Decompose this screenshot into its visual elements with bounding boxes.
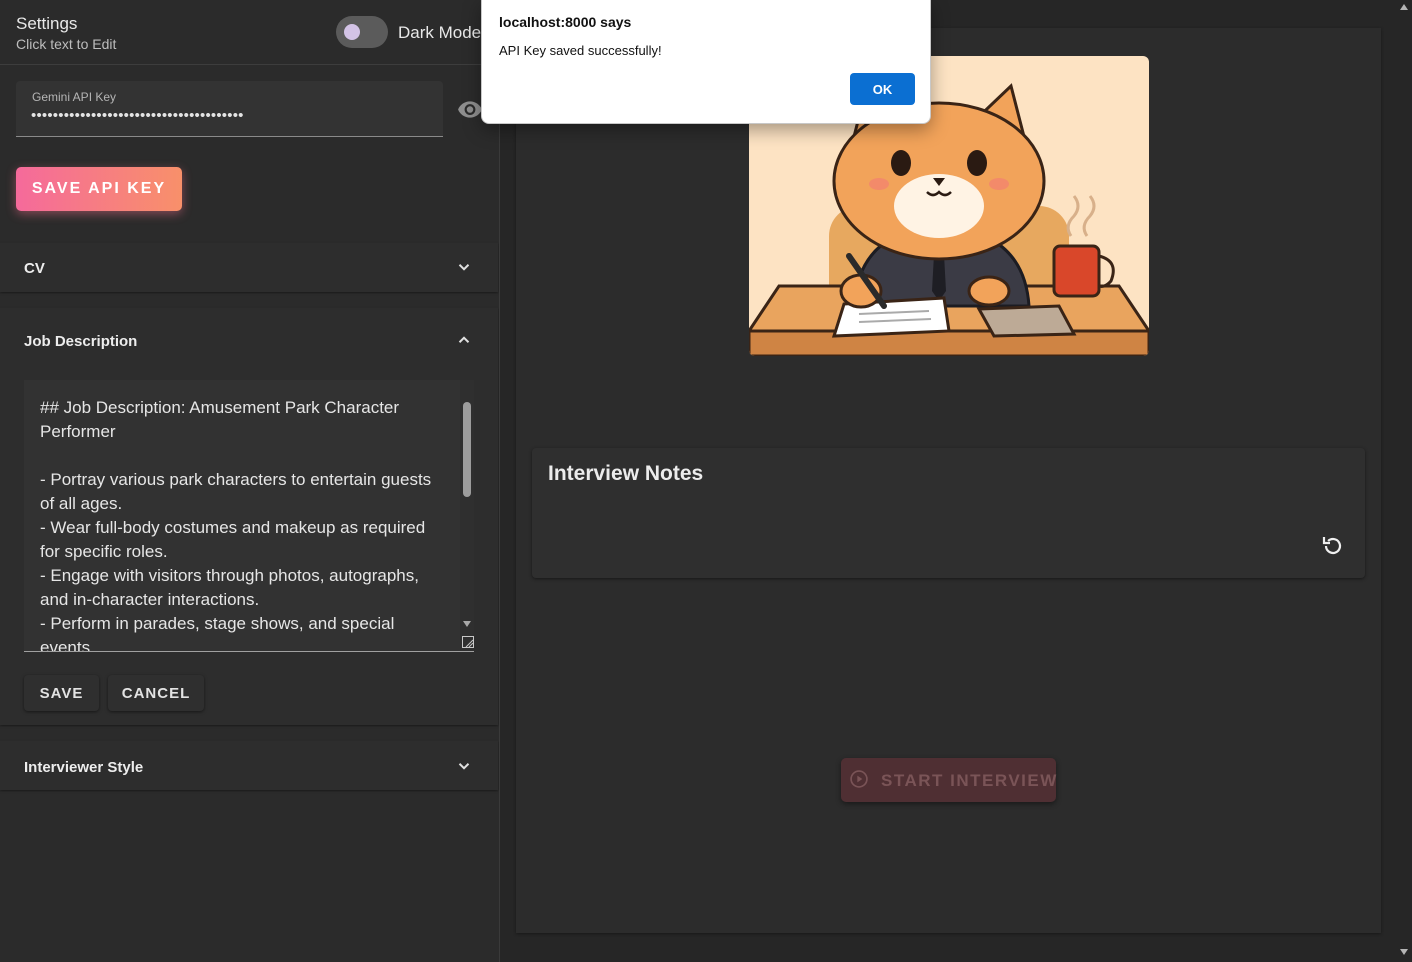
api-key-field[interactable]: Gemini API Key •••••••••••••••••••••••••… [16,81,443,137]
job-description-text[interactable]: ## Job Description: Amusement Park Chara… [40,396,445,651]
cv-section-title: CV [24,260,45,277]
api-key-label: Gemini API Key [32,90,117,104]
chevron-down-icon[interactable] [455,757,473,775]
chevron-down-icon[interactable] [455,258,473,276]
save-api-key-button[interactable]: SAVE API KEY [16,167,182,211]
alert-title: localhost:8000 says [499,14,632,30]
textarea-scrollbar[interactable] [460,380,474,651]
start-interview-button[interactable]: START INTERVIEW [841,758,1056,802]
save-button[interactable]: SAVE [24,675,99,711]
interviewer-style-section-title: Interviewer Style [24,759,144,776]
start-interview-label: START INTERVIEW [881,771,1058,790]
scroll-up-arrow-icon[interactable] [1400,3,1408,11]
cv-accordion[interactable]: CV [0,243,498,292]
interview-notes-title: Interview Notes [548,462,704,485]
alert-dialog: localhost:8000 says API Key saved succes… [481,0,931,124]
settings-sidebar: Settings Click text to Edit Dark Mode Ge… [0,0,500,962]
api-key-input[interactable]: ••••••••••••••••••••••••••••••••••••••• [31,107,401,124]
cancel-button[interactable]: CANCEL [108,675,204,711]
sidebar-header: Settings Click text to Edit Dark Mode [0,0,499,65]
interview-notes-card: Interview Notes [532,448,1365,578]
sidebar-subtitle: Click text to Edit [16,36,117,52]
chevron-up-icon[interactable] [455,331,473,349]
job-description-section-title[interactable]: Job Description [24,333,137,350]
resize-handle-icon[interactable] [462,636,474,648]
dark-mode-toggle[interactable] [336,16,388,48]
sidebar-title: Settings [16,14,78,33]
alert-message: API Key saved successfully! [499,43,662,58]
dark-mode-label: Dark Mode [398,23,482,42]
job-description-textarea[interactable]: ## Job Description: Amusement Park Chara… [24,380,474,652]
ok-button[interactable]: OK [850,73,915,105]
page-scrollbar[interactable] [1396,0,1412,962]
toggle-knob [344,24,360,40]
visibility-eye-icon[interactable] [457,96,483,122]
refresh-icon[interactable] [1321,534,1345,558]
scroll-down-arrow-icon[interactable] [463,620,471,628]
scroll-down-arrow-icon[interactable] [1400,948,1408,956]
play-circle-icon [850,770,868,788]
interviewer-style-accordion[interactable]: Interviewer Style [0,741,498,790]
scrollbar-thumb[interactable] [463,402,471,497]
